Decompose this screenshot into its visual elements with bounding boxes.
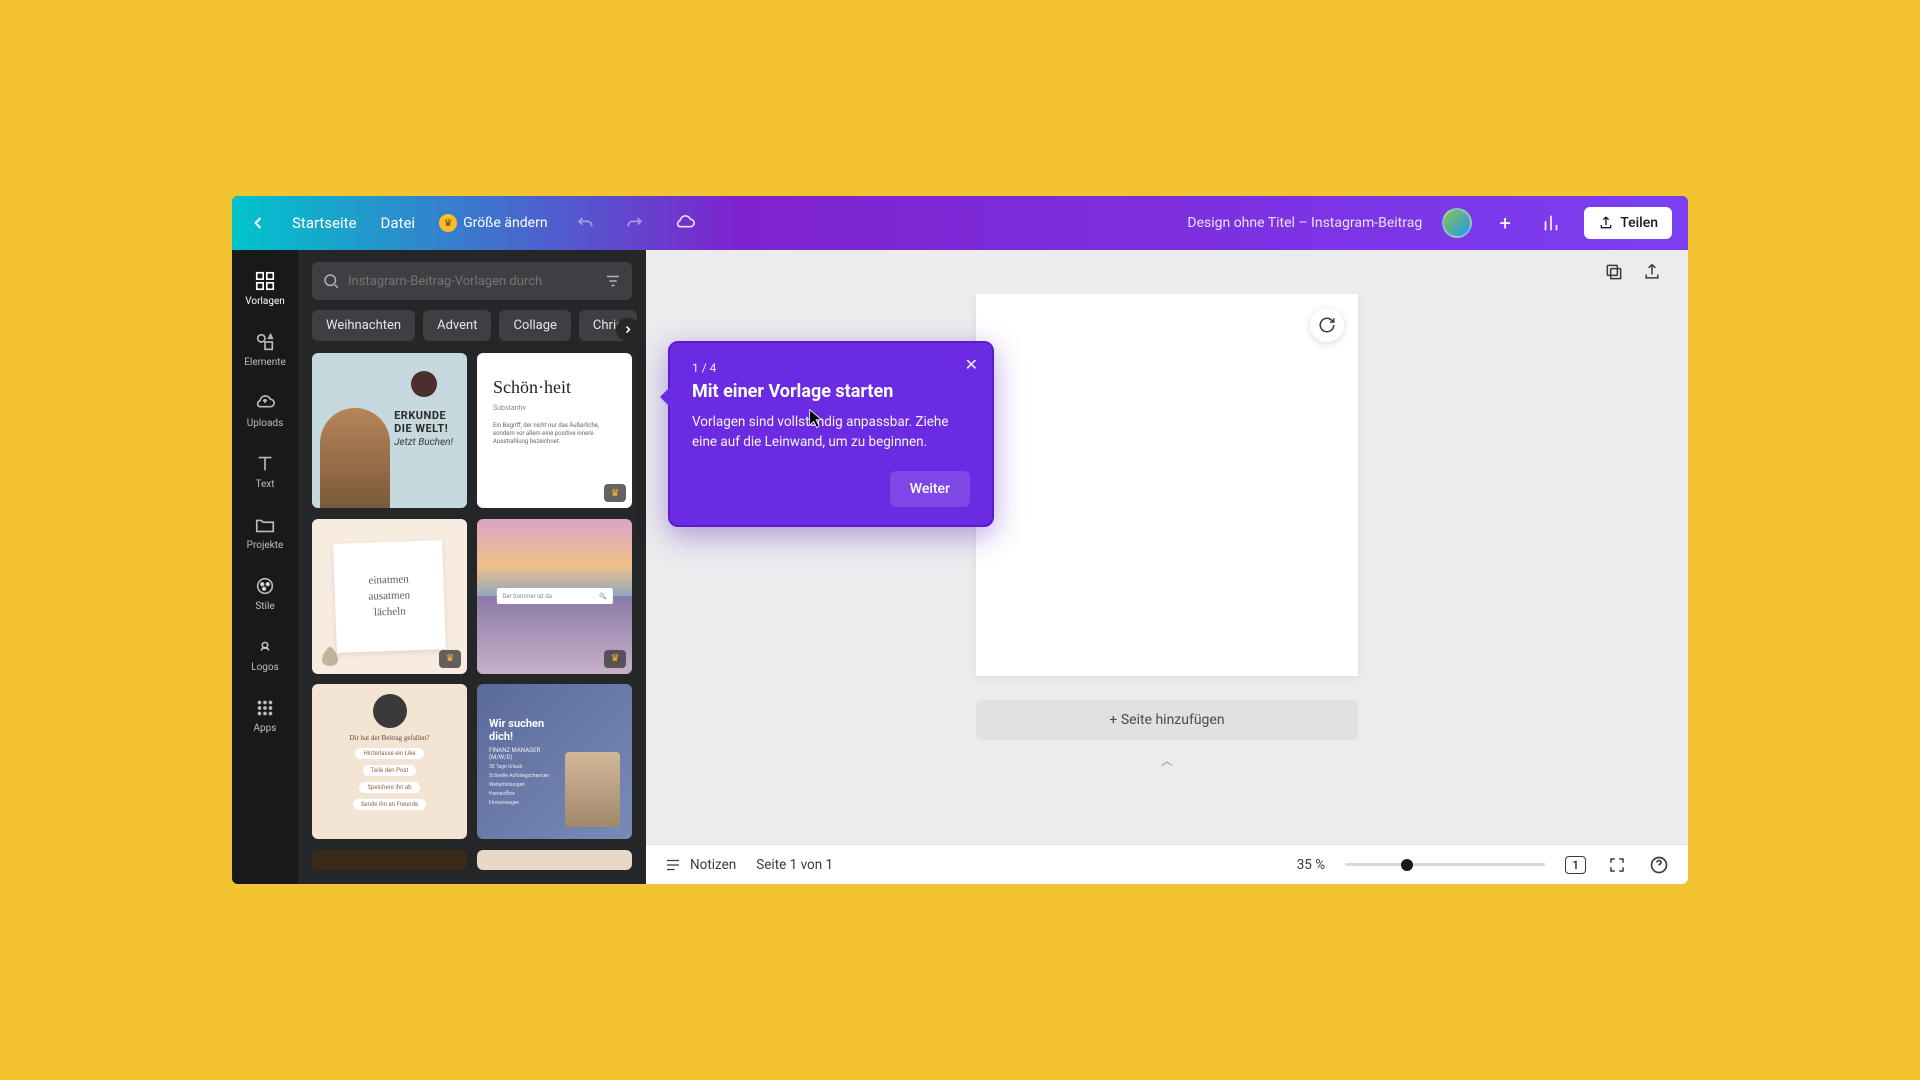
document-title[interactable]: Design ohne Titel – Instagram-Beitrag [1187, 215, 1422, 231]
chevron-up-icon: ︿ [1161, 752, 1173, 769]
footer-bar: Notizen Seite 1 von 1 35 % 1 [646, 844, 1688, 884]
rail-label: Apps [254, 723, 277, 734]
page-count[interactable]: 1 [1565, 856, 1586, 874]
rail-templates[interactable]: Vorlagen [232, 258, 298, 319]
template-card[interactable] [477, 850, 632, 870]
rail-label: Stile [255, 601, 274, 612]
avatar[interactable] [1442, 208, 1472, 238]
video-letterbox: Startseite Datei ♛ Größe ändern Design o… [0, 0, 1920, 1080]
chip[interactable]: Advent [423, 310, 491, 341]
premium-badge-icon: ♛ [604, 484, 626, 502]
notes-label: Notizen [690, 857, 736, 873]
template-card[interactable]: Schön·heit Substantiv Ein Begriff, der n… [477, 353, 632, 508]
app-window: Startseite Datei ♛ Größe ändern Design o… [232, 196, 1688, 884]
notes-button[interactable]: Notizen [664, 856, 736, 874]
export-page-button[interactable] [1640, 260, 1664, 284]
share-label: Teilen [1620, 215, 1658, 231]
share-button[interactable]: Teilen [1584, 207, 1672, 239]
chip-row: Weihnachten Advent Collage Chris [298, 310, 646, 351]
undo-button[interactable] [572, 210, 598, 236]
template-card[interactable]: Der Sommer ist da🔍 ♛ [477, 519, 632, 674]
template-grid[interactable]: ERKUNDE DIE WELT! Jetzt Buchen! Schön·he… [298, 351, 646, 884]
styles-icon [254, 575, 276, 597]
search-input-wrap[interactable] [312, 262, 632, 300]
template-card[interactable] [312, 850, 467, 870]
search-icon [322, 272, 340, 290]
tool-rail: Vorlagen Elemente Uploads Text Projekte [232, 250, 298, 884]
rail-label: Projekte [247, 540, 284, 551]
rail-label: Elemente [244, 357, 286, 368]
popover-arrow [660, 387, 670, 407]
template-card[interactable]: einatmen ausatmen lächeln ♛ [312, 519, 467, 674]
canvas-toolbar [646, 250, 1688, 294]
notes-icon [664, 856, 682, 874]
popover-next-button[interactable]: Weiter [890, 471, 970, 507]
top-bar: Startseite Datei ♛ Größe ändern Design o… [232, 196, 1688, 250]
zoom-slider[interactable] [1345, 863, 1545, 866]
onboarding-popover: ✕ 1 / 4 Mit einer Vorlage starten Vorlag… [668, 341, 994, 527]
premium-badge-icon: ♛ [604, 650, 626, 668]
cursor-icon [808, 408, 824, 430]
uploads-icon [254, 392, 276, 414]
search-mini-icon: 🔍 [599, 593, 606, 600]
filter-icon[interactable] [604, 272, 622, 290]
logos-icon [254, 636, 276, 658]
chip[interactable]: Collage [499, 310, 570, 341]
search-input[interactable] [348, 274, 596, 289]
rail-text[interactable]: Text [232, 441, 298, 502]
rail-label: Uploads [247, 418, 283, 429]
popover-step: 1 / 4 [692, 361, 970, 375]
redo-button[interactable] [622, 210, 648, 236]
back-button[interactable] [248, 213, 268, 233]
cloud-sync-icon[interactable] [672, 210, 698, 236]
template-card[interactable]: Dir hat der Beitrag gefallen? Hinterlass… [312, 684, 467, 839]
chip-scroll-right[interactable] [616, 317, 640, 341]
rail-projects[interactable]: Projekte [232, 502, 298, 563]
rail-label: Logos [251, 662, 279, 673]
popover-title: Mit einer Vorlage starten [692, 381, 970, 402]
home-link[interactable]: Startseite [292, 214, 357, 232]
rail-logos[interactable]: Logos [232, 624, 298, 685]
rail-styles[interactable]: Stile [232, 563, 298, 624]
resize-label: Größe ändern [463, 215, 548, 231]
chip[interactable]: Weihnachten [312, 310, 415, 341]
side-panel: Weihnachten Advent Collage Chris ERKUNDE [298, 250, 646, 884]
fullscreen-button[interactable] [1606, 854, 1628, 876]
page-indicator: Seite 1 von 1 [756, 857, 833, 873]
add-page-button[interactable]: + Seite hinzufügen [976, 700, 1358, 740]
rail-elements[interactable]: Elemente [232, 319, 298, 380]
templates-icon [254, 270, 276, 292]
elements-icon [254, 331, 276, 353]
add-collaborator-button[interactable]: + [1492, 210, 1518, 236]
rail-apps[interactable]: Apps [232, 685, 298, 746]
template-card[interactable]: Wir suchen dich! FINANZ MANAGER (M/W/D) … [477, 684, 632, 839]
text-icon [254, 453, 276, 475]
rail-uploads[interactable]: Uploads [232, 380, 298, 441]
leaf-icon [318, 644, 342, 668]
popover-description: Vorlagen sind vollständig anpassbar. Zie… [692, 412, 970, 453]
canvas-page[interactable] [976, 294, 1358, 676]
resize-button[interactable]: ♛ Größe ändern [439, 214, 548, 232]
zoom-value: 35 % [1297, 857, 1325, 873]
apps-icon [254, 697, 276, 719]
file-menu[interactable]: Datei [381, 214, 416, 232]
zoom-thumb[interactable] [1401, 859, 1413, 871]
duplicate-page-button[interactable] [1602, 260, 1626, 284]
help-button[interactable] [1648, 854, 1670, 876]
refresh-button[interactable] [1310, 308, 1344, 342]
crown-icon: ♛ [439, 214, 457, 232]
analytics-icon[interactable] [1538, 210, 1564, 236]
rail-label: Text [255, 479, 274, 490]
projects-icon [254, 514, 276, 536]
rail-label: Vorlagen [245, 296, 285, 307]
page-collapse-handle[interactable]: ︿ [976, 750, 1358, 769]
premium-badge-icon: ♛ [439, 650, 461, 668]
template-card[interactable]: ERKUNDE DIE WELT! Jetzt Buchen! [312, 353, 467, 508]
